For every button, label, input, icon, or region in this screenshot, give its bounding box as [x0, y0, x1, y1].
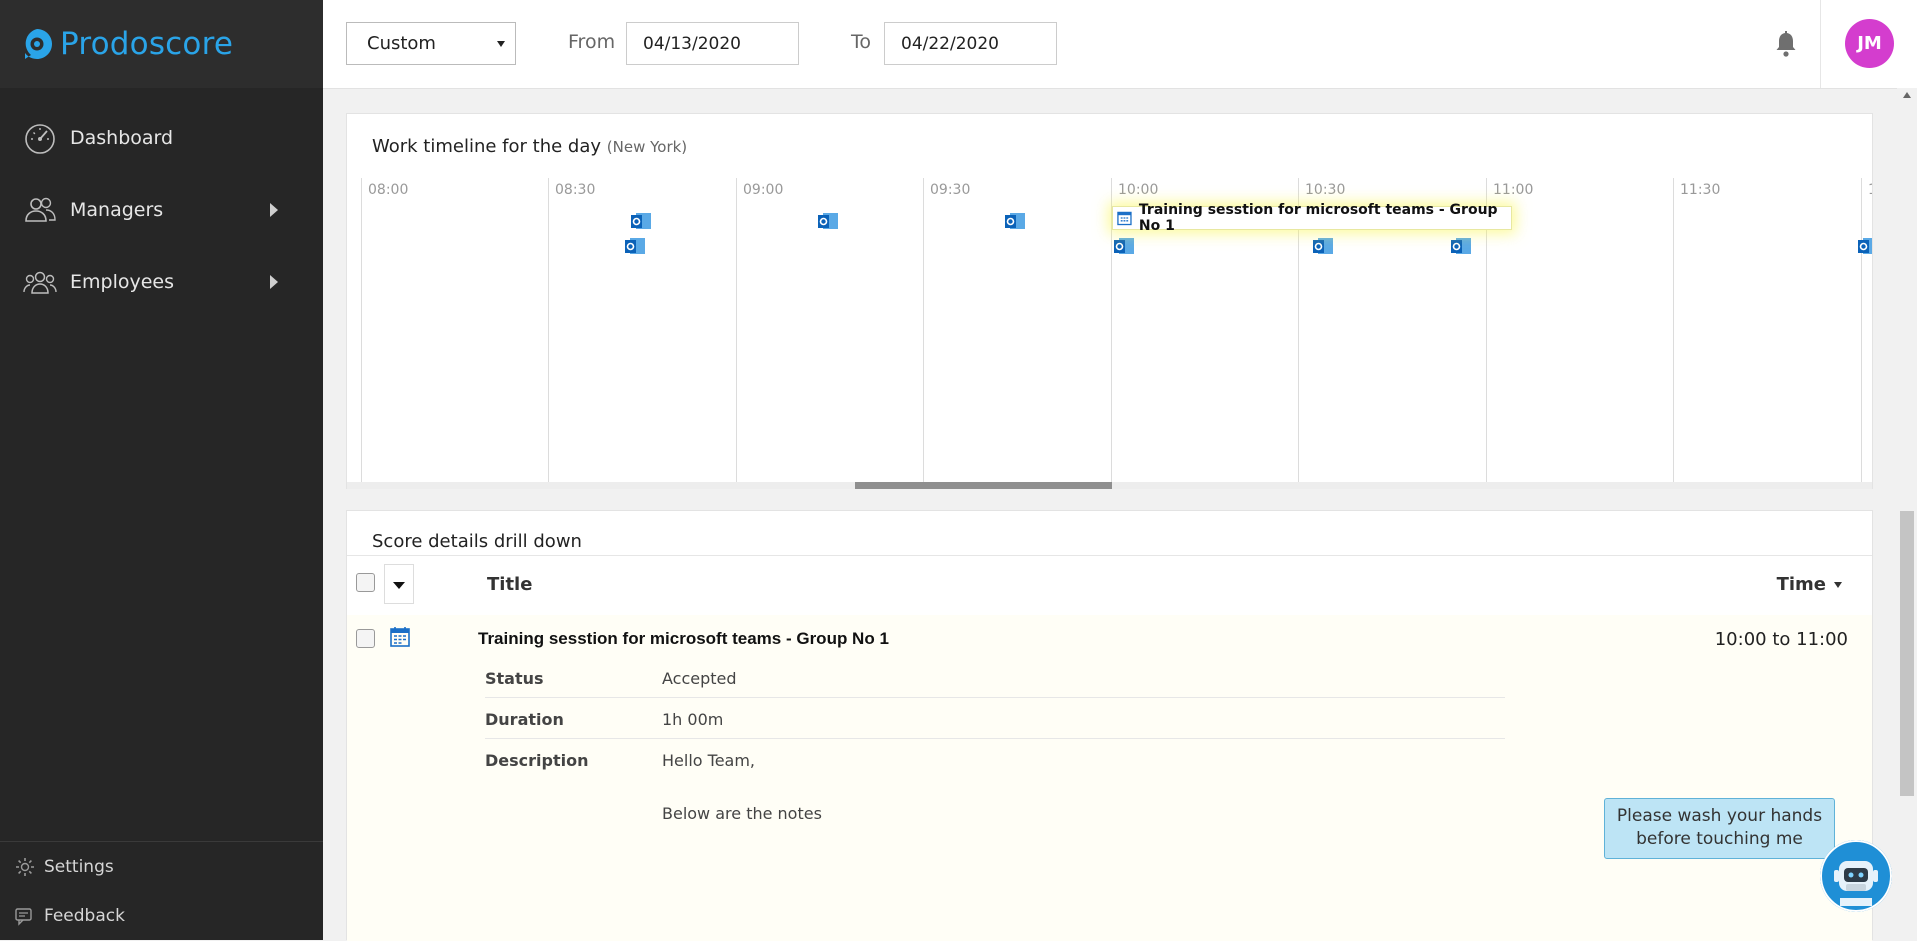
sidebar-item-label: Dashboard [70, 127, 174, 149]
to-label: To [851, 31, 872, 53]
row-checkbox[interactable] [356, 629, 375, 648]
outlook-icon[interactable] [817, 211, 839, 231]
bot-speech-bubble: Please wash your hands before touching m… [1604, 798, 1835, 859]
logo-text: Prodoscore [60, 26, 234, 62]
detail-row-status: Status Accepted [485, 657, 1505, 698]
gear-icon [16, 857, 34, 876]
sidebar-item-settings[interactable]: Settings [0, 842, 323, 891]
timeline-gridline [923, 178, 924, 482]
timeline-tick-label: 09:30 [930, 182, 971, 198]
outlook-icon[interactable] [630, 211, 652, 231]
page-vertical-scrollbar[interactable] [1897, 88, 1917, 940]
speedometer-icon [25, 124, 55, 154]
outlook-icon[interactable] [1004, 211, 1026, 231]
detail-key: Status [485, 669, 544, 688]
top-bar: Custom From To JM [323, 0, 1917, 89]
dropdown-arrow-icon [497, 41, 505, 47]
timeline-tick-label: 11:30 [1680, 182, 1721, 198]
timeline-scroll-thumb[interactable] [855, 482, 1112, 489]
sidebar-item-label: Settings [44, 856, 114, 877]
timeline-gridline [1673, 178, 1674, 482]
detail-row-description: Description Hello Team, [485, 739, 1505, 779]
bot-message-line: Please wash your hands [1616, 806, 1823, 826]
description-extra: Below are the notes [662, 804, 822, 823]
sidebar-item-managers[interactable]: Managers [0, 174, 323, 246]
timeline-horizontal-scrollbar[interactable] [347, 482, 1872, 489]
timeline-tick-label: 09:00 [743, 182, 784, 198]
date-range-select[interactable]: Custom [346, 22, 516, 65]
avatar-initials: JM [1857, 33, 1882, 54]
date-range-value: Custom [367, 33, 436, 54]
select-all-checkbox[interactable] [356, 573, 375, 592]
table-header: Title Time [347, 555, 1872, 616]
column-time[interactable]: Time [1777, 574, 1842, 595]
detail-value: 1h 00m [662, 710, 724, 729]
timeline-tick-label: 11:00 [1493, 182, 1534, 198]
timeline-tick-label: 08:30 [555, 182, 596, 198]
table-row[interactable]: Training sesstion for microsoft teams - … [347, 615, 1872, 941]
from-label: From [568, 31, 616, 53]
bulk-actions-dropdown[interactable] [384, 564, 414, 604]
sidebar-footer: Settings Feedback [0, 841, 323, 940]
timeline-timezone: (New York) [606, 138, 688, 156]
sidebar-item-feedback[interactable]: Feedback [0, 891, 323, 940]
sidebar-item-dashboard[interactable]: Dashboard [0, 102, 323, 174]
timeline-gridline [1861, 178, 1862, 482]
sidebar-item-label: Feedback [44, 905, 125, 926]
outlook-icon[interactable] [1312, 236, 1334, 256]
timeline-tick-label: 10:30 [1305, 182, 1346, 198]
sidebar: Prodoscore Dashboard Managers Employees … [0, 0, 323, 940]
score-details-title: Score details drill down [372, 531, 582, 552]
row-title: Training sesstion for microsoft teams - … [478, 629, 889, 648]
bell-icon[interactable] [1773, 30, 1799, 58]
detail-row-duration: Duration 1h 00m [485, 698, 1505, 739]
bot-message-line: before touching me [1636, 829, 1803, 849]
score-details-panel: Score details drill down Title Time Trai… [346, 510, 1873, 941]
timeline-gridline [361, 178, 362, 482]
work-timeline-panel: Work timeline for the day (New York) 08:… [346, 113, 1873, 489]
timeline-gridline [736, 178, 737, 482]
robot-assistant-icon[interactable] [1820, 840, 1892, 912]
sidebar-item-employees[interactable]: Employees [0, 246, 323, 318]
to-date-input[interactable] [884, 22, 1057, 65]
sidebar-item-label: Employees [70, 271, 174, 293]
feedback-icon [15, 907, 32, 926]
managers-icon [25, 197, 56, 222]
detail-key: Description [485, 751, 589, 770]
divider [1820, 0, 1821, 88]
logo[interactable]: Prodoscore [0, 0, 323, 88]
prodoscore-logo-icon [25, 29, 53, 59]
outlook-icon[interactable] [624, 236, 646, 256]
timeline-title-text: Work timeline for the day [372, 136, 602, 157]
from-date-input[interactable] [626, 22, 799, 65]
scroll-up-icon[interactable] [1903, 92, 1911, 98]
sidebar-nav: Dashboard Managers Employees [0, 88, 323, 318]
page-scroll-thumb[interactable] [1900, 511, 1914, 796]
sort-down-icon [1834, 582, 1842, 588]
outlook-icon[interactable] [1857, 236, 1872, 256]
outlook-icon[interactable] [1113, 236, 1135, 256]
timeline-tick-label: 1 [1868, 182, 1872, 198]
detail-value: Accepted [662, 669, 737, 688]
timeline-area[interactable]: 08:00 08:30 09:00 09:30 10:00 10:30 11:0… [347, 178, 1872, 482]
timeline-event-label: Training sesstion for microsoft teams - … [1138, 202, 1498, 234]
expand-arrow-icon [270, 203, 278, 217]
detail-value: Hello Team, [662, 751, 756, 770]
timeline-gridline [548, 178, 549, 482]
expand-arrow-icon [270, 275, 278, 289]
sidebar-item-label: Managers [70, 199, 164, 221]
timeline-tick-label: 08:00 [368, 182, 409, 198]
timeline-tick-label: 10:00 [1118, 182, 1159, 198]
timeline-title: Work timeline for the day (New York) [372, 136, 687, 157]
employees-icon [23, 271, 57, 294]
calendar-icon [1117, 211, 1132, 226]
detail-key: Duration [485, 710, 564, 729]
outlook-icon[interactable] [1450, 236, 1472, 256]
row-time: 10:00 to 11:00 [1714, 629, 1848, 650]
timeline-event-meeting[interactable]: Training sesstion for microsoft teams - … [1112, 202, 1512, 234]
column-title[interactable]: Title [487, 574, 532, 595]
calendar-icon [390, 627, 410, 647]
avatar[interactable]: JM [1845, 19, 1894, 68]
column-time-label: Time [1776, 574, 1826, 595]
